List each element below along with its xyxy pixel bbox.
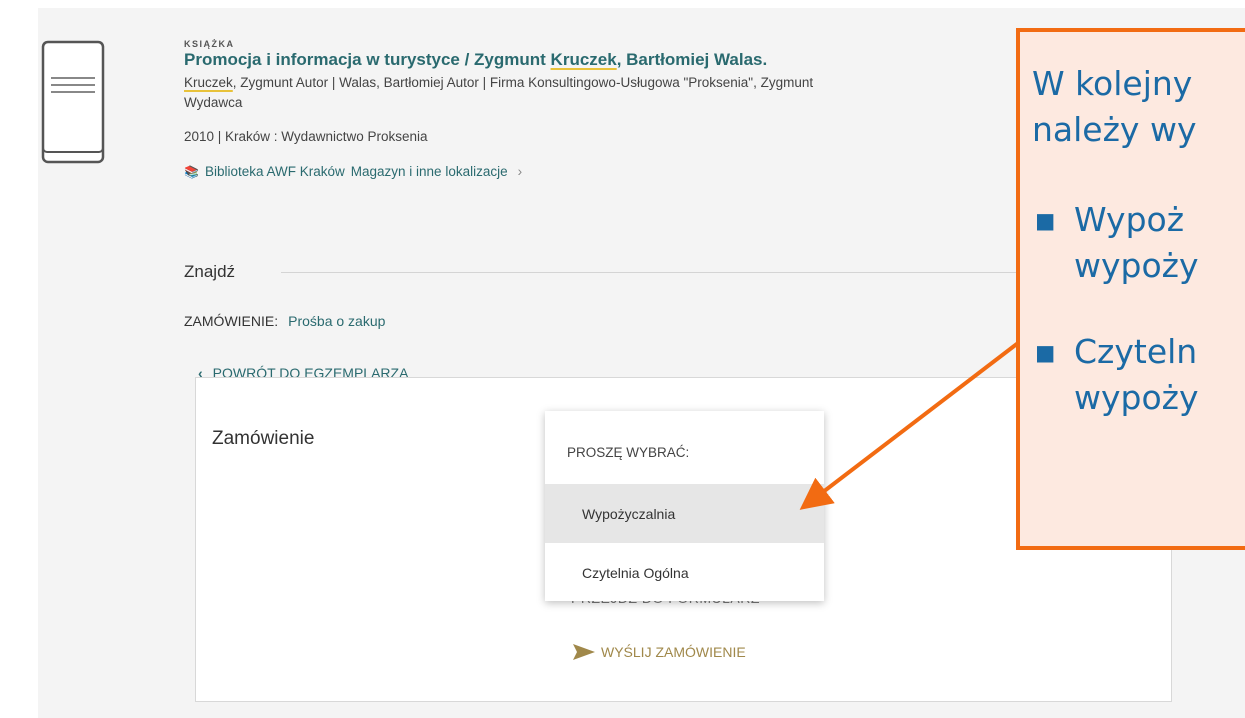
instruction-callout: W kolejny należy wy ▪ Wypoż wypoży ▪ Czy… (1016, 28, 1245, 550)
bullet-icon: ▪ (1034, 200, 1057, 239)
callout-line: W kolejny (1032, 64, 1193, 103)
callout-line: wypoży (1074, 246, 1199, 285)
callout-line: należy wy (1032, 110, 1197, 149)
callout-line: Czyteln (1074, 332, 1198, 371)
callout-line: Wypoż (1074, 200, 1185, 239)
callout-line: wypoży (1074, 378, 1199, 417)
bullet-icon: ▪ (1034, 332, 1057, 371)
